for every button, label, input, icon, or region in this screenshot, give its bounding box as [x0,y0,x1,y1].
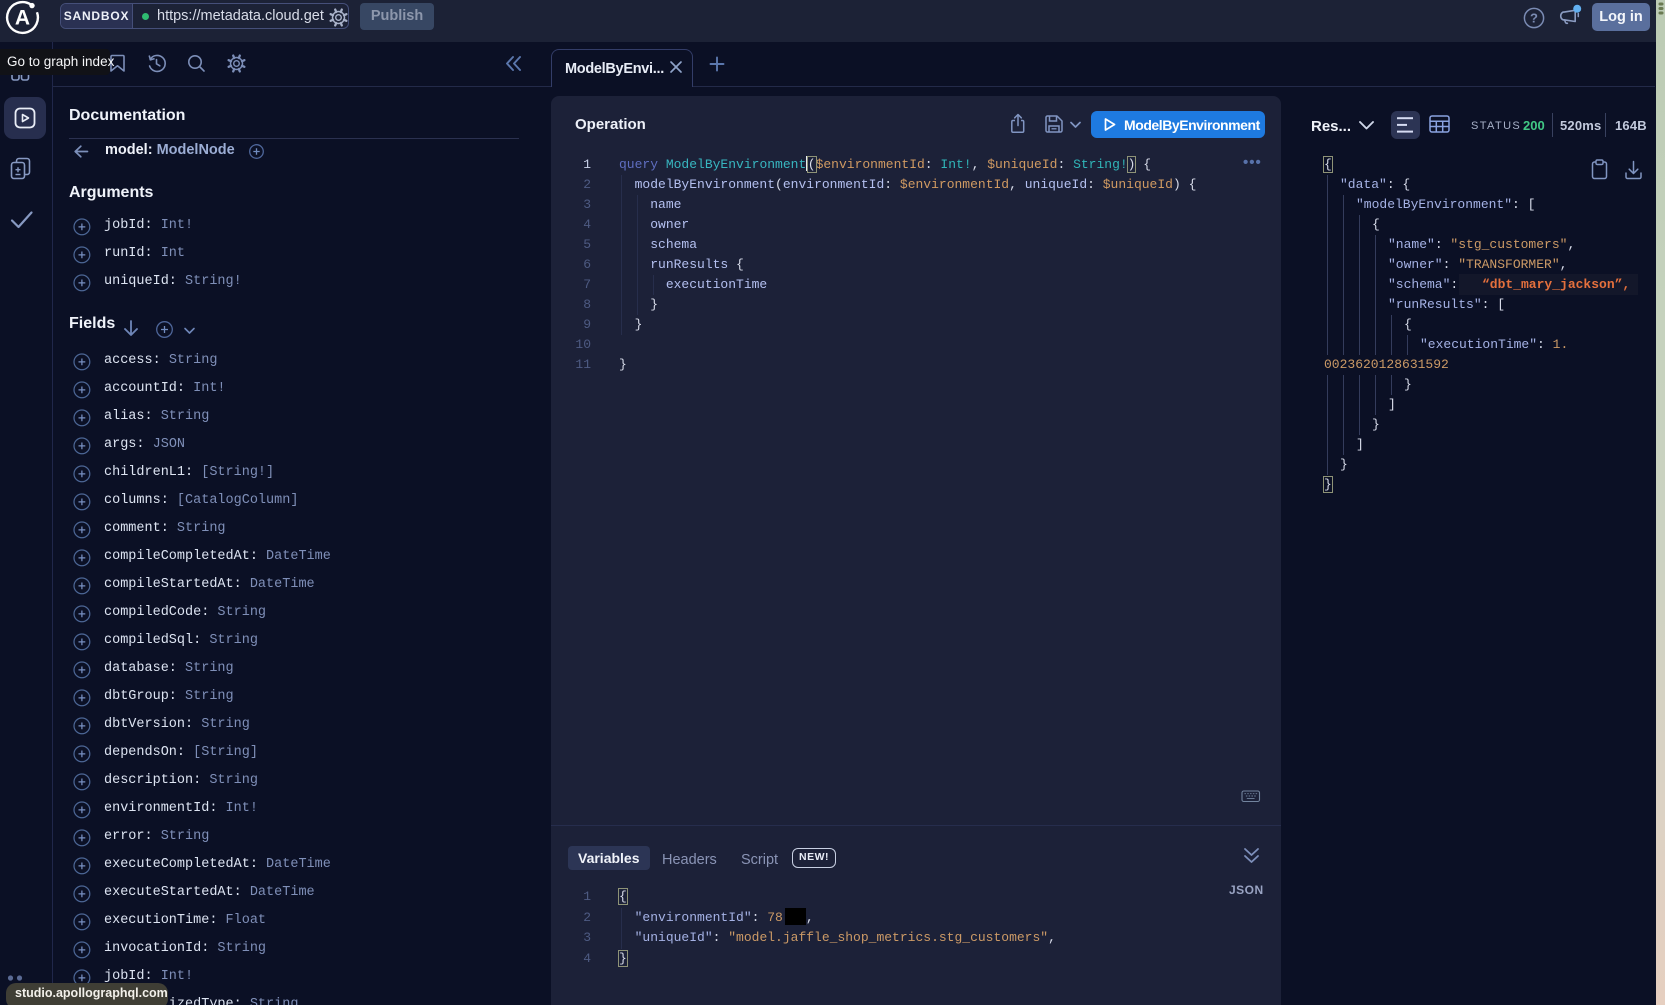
svg-text:A: A [15,7,30,30]
svg-text:?: ? [1530,11,1538,26]
